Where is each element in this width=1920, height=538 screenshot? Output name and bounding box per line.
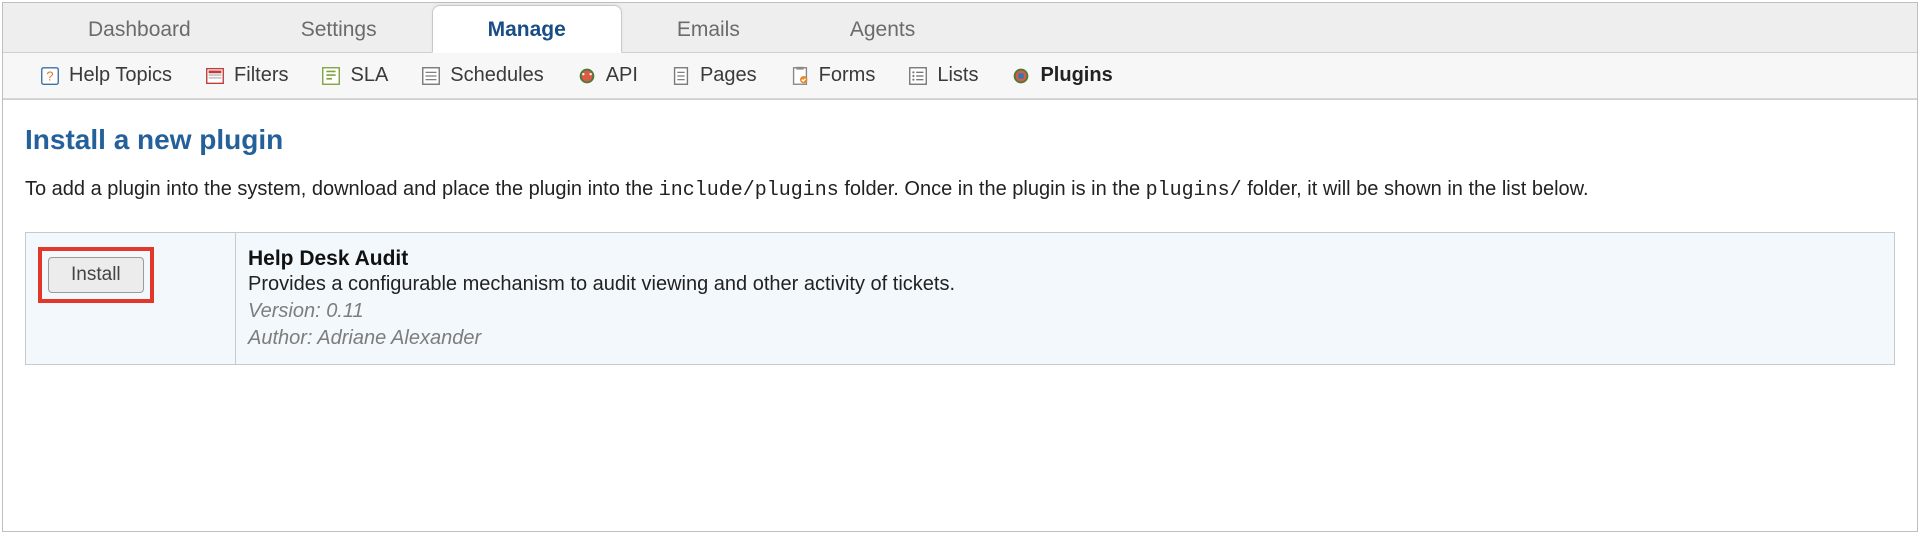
table-row: Install Help Desk Audit Provides a confi… — [26, 233, 1895, 365]
intro-code-1: include/plugins — [659, 179, 839, 202]
subnav-schedules[interactable]: Schedules — [420, 64, 543, 87]
plugin-version: Version: 0.11 — [248, 300, 1882, 323]
subnav-label: API — [606, 64, 638, 87]
tab-manage[interactable]: Manage — [432, 5, 622, 53]
subnav-sla[interactable]: SLA — [320, 64, 388, 87]
author-value: Adriane Alexander — [317, 327, 481, 349]
plugin-info-cell: Help Desk Audit Provides a configurable … — [236, 233, 1895, 365]
tab-emails[interactable]: Emails — [622, 6, 795, 52]
help-topics-icon: ? — [39, 65, 61, 87]
pages-icon — [670, 65, 692, 87]
tab-dashboard[interactable]: Dashboard — [33, 6, 246, 52]
plugin-description: Provides a configurable mechanism to aud… — [248, 273, 1882, 296]
author-label: Author: — [248, 327, 317, 349]
subnav-label: Lists — [937, 64, 978, 87]
lists-icon — [907, 65, 929, 87]
subnav-label: Plugins — [1040, 64, 1112, 87]
plugin-name: Help Desk Audit — [248, 247, 1882, 271]
subnav-help-topics[interactable]: ? Help Topics — [39, 64, 172, 87]
intro-mid: folder. Once in the plugin is in the — [839, 178, 1146, 200]
install-button[interactable]: Install — [48, 257, 144, 293]
subnav-label: Filters — [234, 64, 288, 87]
forms-icon — [789, 65, 811, 87]
subnav-label: Help Topics — [69, 64, 172, 87]
page-title: Install a new plugin — [25, 124, 1895, 156]
intro-code-2: plugins/ — [1146, 179, 1242, 202]
primary-tabs: Dashboard Settings Manage Emails Agents — [3, 3, 1917, 53]
tab-agents[interactable]: Agents — [795, 6, 970, 52]
api-icon — [576, 65, 598, 87]
svg-text:?: ? — [46, 68, 53, 83]
intro-prefix: To add a plugin into the system, downloa… — [25, 178, 659, 200]
schedules-icon — [420, 65, 442, 87]
highlight-box: Install — [38, 247, 154, 303]
subnav-label: Forms — [819, 64, 876, 87]
subnav-filters[interactable]: Filters — [204, 64, 288, 87]
subnav-lists[interactable]: Lists — [907, 64, 978, 87]
content-area: Install a new plugin To add a plugin int… — [3, 100, 1917, 389]
subnav-label: Pages — [700, 64, 757, 87]
plugin-author: Author: Adriane Alexander — [248, 327, 1882, 350]
secondary-nav: ? Help Topics Filters SLA Sche — [3, 53, 1917, 99]
version-value: 0.11 — [326, 300, 363, 322]
install-cell: Install — [26, 233, 236, 365]
subnav-plugins[interactable]: Plugins — [1010, 64, 1112, 87]
intro-suffix: folder, it will be shown in the list bel… — [1242, 178, 1589, 200]
tab-settings[interactable]: Settings — [246, 6, 432, 52]
subnav-label: SLA — [350, 64, 388, 87]
subnav-label: Schedules — [450, 64, 543, 87]
subnav-forms[interactable]: Forms — [789, 64, 876, 87]
plugins-icon — [1010, 65, 1032, 87]
subnav-pages[interactable]: Pages — [670, 64, 757, 87]
plugin-table: Install Help Desk Audit Provides a confi… — [25, 232, 1895, 365]
sla-icon — [320, 65, 342, 87]
filters-icon — [204, 65, 226, 87]
intro-text: To add a plugin into the system, downloa… — [25, 174, 1895, 206]
subnav-api[interactable]: API — [576, 64, 638, 87]
version-label: Version: — [248, 300, 326, 322]
